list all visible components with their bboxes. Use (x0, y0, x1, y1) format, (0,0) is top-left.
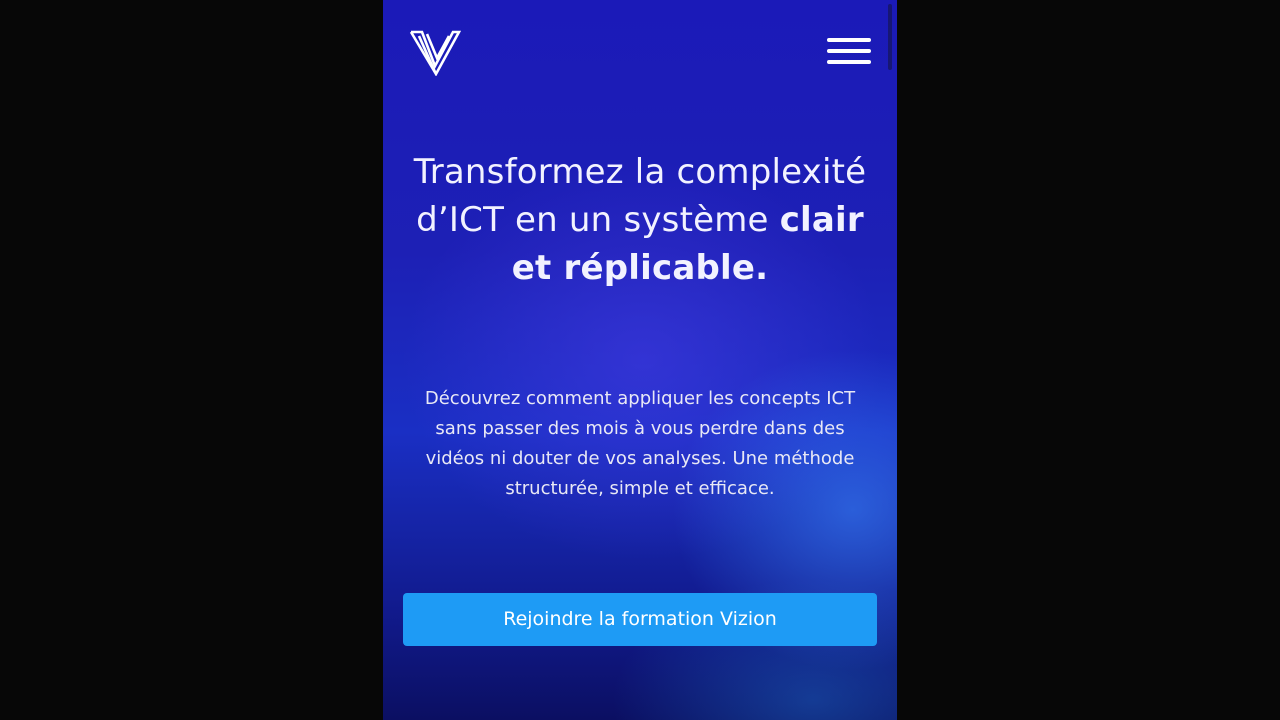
vizion-logo-icon[interactable] (409, 28, 461, 76)
hamburger-menu-button[interactable] (821, 34, 871, 72)
scrollbar-thumb[interactable] (888, 4, 892, 70)
menu-bar-top (827, 38, 871, 42)
hero-description: Découvrez comment appliquer les concepts… (424, 388, 856, 499)
menu-bar-middle (827, 49, 871, 53)
hero-title: Transformez la complexité d’ICT en un sy… (403, 148, 877, 292)
mobile-viewport: Transformez la complexité d’ICT en un sy… (383, 0, 897, 720)
menu-bar-bottom (827, 60, 871, 64)
join-formation-button[interactable]: Rejoindre la formation Vizion (403, 593, 877, 646)
